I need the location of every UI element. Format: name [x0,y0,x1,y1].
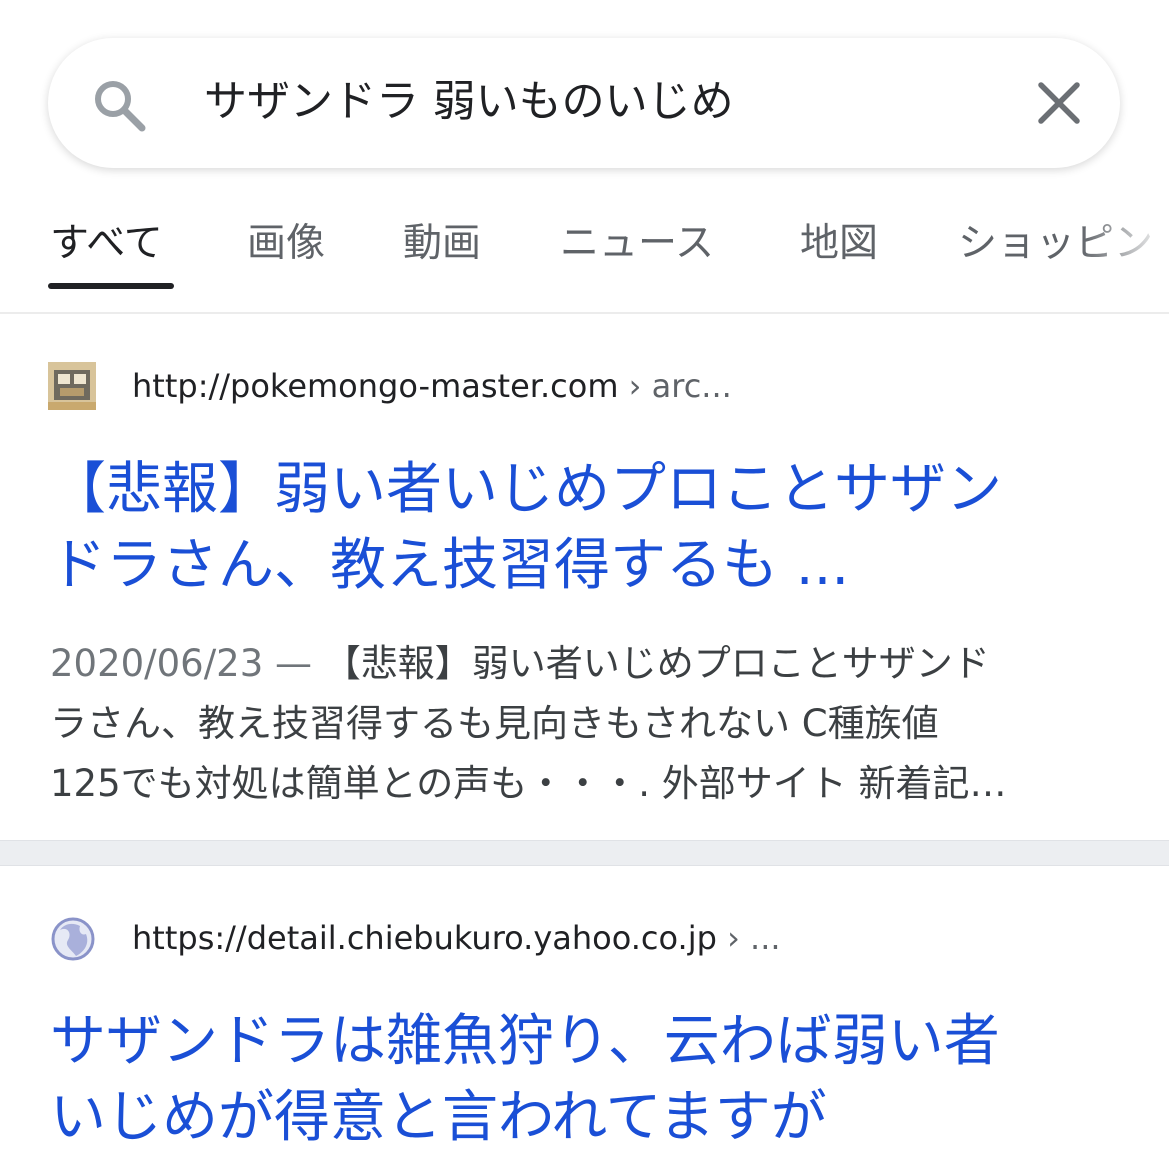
globe-icon [51,917,95,961]
result-url-breadcrumb: › arc... [618,367,732,405]
tabs-overflow-fade [1080,208,1169,288]
snippet-text: 【悲報】弱い者いじめプロことサザンド [323,642,990,685]
tab-maps[interactable]: 地図 [800,216,878,272]
snippet-line: 125でも対処は簡単との声も・・・. 外部サイト 新着記… [50,762,1007,805]
tab-videos[interactable]: 動画 [403,216,481,272]
tab-all[interactable]: すべて [50,216,163,272]
result-url[interactable]: http://pokemongo-master.com › arc... [132,364,732,408]
site-thumbnail-icon [48,362,96,410]
result-title-link[interactable]: サザンドラは雑魚狩り、云わば弱い者 いじめが得意と言われてますが [50,1004,1140,1156]
result-url-domain: http://pokemongo-master.com [132,367,619,405]
date-separator: — [263,642,324,685]
snippet-line: ラさん、教え技習得するも見向きもされない C種族値 [50,702,939,745]
close-icon[interactable] [1034,78,1084,128]
result-snippet: 2020/06/23 — 【悲報】弱い者いじめプロことサザンド ラさん、教え技習… [50,634,1130,814]
result-title-link[interactable]: 【悲報】弱い者いじめプロことサザン ドラさん、教え技習得するも ... [50,452,1140,604]
result-url-domain: https://detail.chiebukuro.yahoo.co.jp [132,919,717,957]
result-title-line: いじめが得意と言われてますが [50,1085,827,1150]
tab-images[interactable]: 画像 [247,216,325,272]
result-separator [0,840,1169,866]
tab-news[interactable]: ニュース [560,216,714,272]
result-title-line: サザンドラは雑魚狩り、云わば弱い者 [50,1009,1000,1074]
search-results-page: サザンドラ 弱いものいじめ すべて 画像 動画 ニュース 地図 ショッピン ht… [0,0,1169,1171]
active-tab-indicator [48,283,174,289]
result-date: 2020/06/23 [50,642,264,685]
tabs-divider [0,312,1169,314]
result-title-line: 【悲報】弱い者いじめプロことサザン [50,457,1002,522]
snippet-line: 2020/06/23 — 【悲報】弱い者いじめプロことサザンド [50,634,1130,694]
search-icon[interactable] [88,74,150,136]
result-url[interactable]: https://detail.chiebukuro.yahoo.co.jp › … [132,916,781,960]
result-url-breadcrumb: › ... [716,919,781,957]
result-title-line: ドラさん、教え技習得するも ... [50,533,850,598]
search-input[interactable]: サザンドラ 弱いものいじめ [204,70,734,134]
